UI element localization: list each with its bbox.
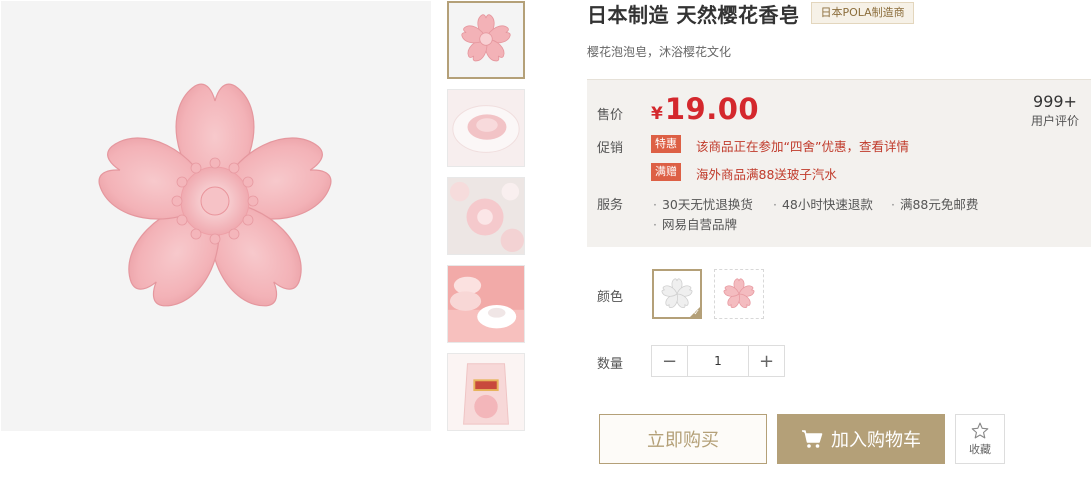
cart-icon — [802, 430, 823, 448]
color-swatch-white[interactable]: ✓ — [652, 269, 702, 319]
price-box: 售价 ¥19.00 999+ 用户评价 促销 特惠 该商品正在参加“四舍”优惠，… — [587, 79, 1091, 247]
color-label: 颜色 — [597, 290, 624, 305]
title-row: 日本制造 天然樱花香皂 日本POLA制造商 — [587, 0, 914, 27]
sakura-soap-white-thumb — [448, 178, 524, 254]
add-to-cart-button[interactable]: 加入购物车 — [777, 414, 945, 464]
color-swatch-pink[interactable] — [714, 269, 764, 319]
review-label: 用户评价 — [1030, 114, 1079, 128]
product-subtitle: 樱花泡泡皂，沐浴樱花文化 — [587, 45, 732, 59]
thumbnail-4[interactable] — [447, 265, 525, 343]
promo-text-special[interactable]: 该商品正在参加“四舍”优惠，查看详情 — [696, 136, 909, 155]
review-summary[interactable]: 999+ 用户评价 — [1031, 92, 1079, 129]
price-label: 售价 — [597, 108, 624, 123]
promo-label: 促销 — [597, 141, 624, 156]
promo-text-gift[interactable]: 海外商品满88送玻子汽水 — [696, 164, 837, 183]
service-item-text: 网易自营品牌 — [661, 217, 737, 232]
add-to-cart-label: 加入购物车 — [831, 430, 921, 451]
pink-sakura-icon — [715, 270, 763, 318]
favorite-button[interactable]: 收藏 — [955, 414, 1005, 464]
thumbnail-5[interactable] — [447, 353, 525, 431]
sakura-soap-image — [98, 83, 332, 307]
service-item: · 网易自营品牌 — [653, 217, 737, 232]
brand-tag[interactable]: 日本POLA制造商 — [811, 2, 914, 24]
quantity-input[interactable] — [687, 346, 749, 376]
service-item: · 30天无忧退换货 — [653, 197, 753, 212]
service-item-text: 48小时快速退款 — [781, 197, 873, 212]
sakura-soap-dish-thumb — [448, 90, 524, 166]
service-item: · 满88元免邮费 — [891, 197, 979, 212]
product-title: 日本制造 天然樱花香皂 — [587, 2, 800, 27]
checkmark-icon: ✓ — [693, 308, 700, 317]
service-item-text: 30天无忧退换货 — [661, 197, 753, 212]
favorite-label: 收藏 — [969, 442, 991, 456]
decrease-button[interactable]: − — [652, 346, 687, 376]
sakura-soap-stacked-thumb — [448, 266, 524, 342]
increase-button[interactable]: + — [749, 346, 784, 376]
quantity-stepper: − + — [651, 345, 785, 377]
thumbnail-2[interactable] — [447, 89, 525, 167]
service-item-text: 满88元免邮费 — [899, 197, 979, 212]
price: ¥19.00 — [651, 92, 759, 126]
thumbnail-1[interactable] — [447, 1, 525, 79]
review-count: 999+ — [1033, 92, 1077, 111]
star-icon — [971, 422, 989, 438]
buy-now-button[interactable]: 立即购买 — [599, 414, 767, 464]
main-product-image — [1, 1, 431, 431]
buy-now-label: 立即购买 — [647, 430, 719, 451]
promo-badge-special: 特惠 — [651, 135, 681, 153]
service-item: · 48小时快速退款 — [773, 197, 873, 212]
thumbnail-3[interactable] — [447, 177, 525, 255]
service-label: 服务 — [597, 198, 624, 213]
price-value: 19.00 — [664, 92, 760, 126]
sakura-soap-gift-thumb — [448, 354, 524, 430]
currency-symbol: ¥ — [651, 104, 663, 124]
quantity-label: 数量 — [597, 357, 624, 372]
sakura-soap-thumb — [449, 3, 523, 77]
promo-badge-gift: 满赠 — [651, 163, 681, 181]
